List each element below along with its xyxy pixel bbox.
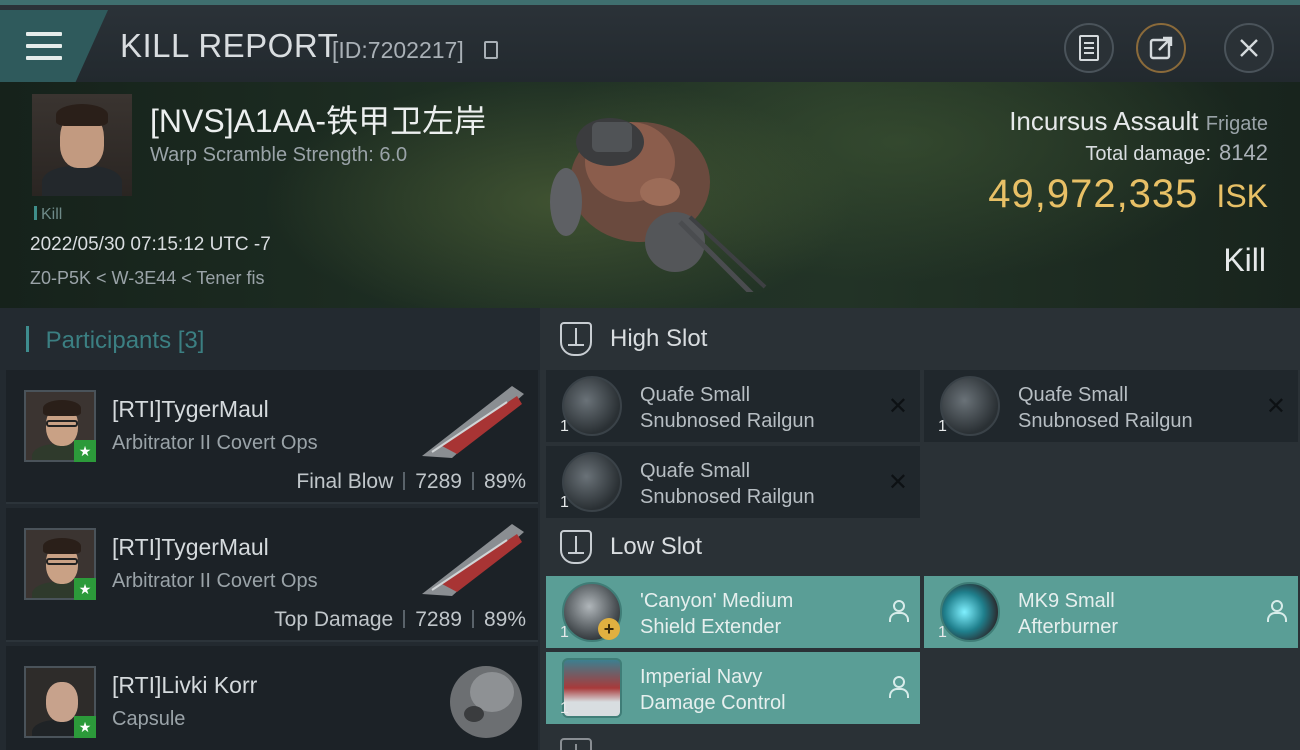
module-name: Imperial Navy Damage Control <box>640 666 786 714</box>
participants-label: Participants <box>45 327 172 354</box>
participant-percent: 89% <box>483 470 526 493</box>
report-id: [ID:7202217] <box>332 37 464 63</box>
low-slot-header: Low Slot <box>560 530 702 564</box>
page-title: KILL REPORT <box>120 27 339 64</box>
kill-result: Kill <box>1223 242 1266 278</box>
module-quantity: 1 <box>560 494 569 511</box>
railgun-icon <box>940 376 1000 436</box>
close-icon <box>1240 39 1258 57</box>
isk-value: 49,972,335 ISK <box>988 172 1268 217</box>
railgun-icon <box>562 376 622 436</box>
victim-name[interactable]: [NVS]A1AA-铁甲卫左岸 <box>150 96 486 142</box>
menu-button[interactable] <box>0 10 108 82</box>
module-quantity: 1 <box>560 700 569 717</box>
module-name: 'Canyon' Medium Shield Extender <box>640 590 794 638</box>
afterburner-icon <box>940 582 1000 642</box>
module-item[interactable]: + 1 'Canyon' Medium Shield Extender <box>546 576 920 648</box>
participant-name: [RTI]TygerMaul <box>112 534 269 560</box>
participant-stats: Top Damage 7289 89% <box>274 608 526 632</box>
next-slot-header <box>560 738 610 750</box>
participant-ship: Arbitrator II Covert Ops <box>112 432 318 454</box>
destroyed-icon: ✕ <box>887 469 908 496</box>
star-icon: ★ <box>74 716 96 738</box>
clipboard-icon <box>1079 35 1099 61</box>
person-icon <box>1266 600 1287 622</box>
victim-ship[interactable]: Incursus Assault Frigate <box>1009 106 1268 137</box>
high-slot-header: High Slot <box>560 322 707 356</box>
participant-name: [RTI]Livki Korr <box>112 672 258 698</box>
kill-tag: Kill <box>34 206 62 224</box>
warp-scramble-strength: Warp Scramble Strength: 6.0 <box>150 144 408 166</box>
module-item[interactable]: 1 Imperial Navy Damage Control <box>546 652 920 724</box>
share-button[interactable] <box>1136 23 1186 73</box>
victim-ship-image[interactable] <box>530 92 770 292</box>
close-button[interactable] <box>1224 23 1274 73</box>
participant-role: Top Damage <box>274 608 394 631</box>
destroyed-icon: ✕ <box>1265 393 1286 420</box>
participant-ship-image <box>422 524 524 596</box>
high-slot-icon <box>560 322 592 356</box>
high-slot-label: High Slot <box>610 325 708 352</box>
copy-icon[interactable] <box>484 41 498 59</box>
person-icon <box>888 676 909 698</box>
module-name: Quafe Small Snubnosed Railgun <box>640 460 815 508</box>
header-bar: KILL REPORT [ID:7202217] <box>0 0 1300 82</box>
destroyed-icon: ✕ <box>887 393 908 420</box>
fitting-panel: High Slot 1 Quafe Small Snubnosed Railgun… <box>540 308 1300 750</box>
participant-stats: Final Blow 7289 89% <box>296 470 526 494</box>
participant-percent: 89% <box>483 608 526 631</box>
victim-portrait[interactable] <box>32 94 132 196</box>
total-damage: Total damage: 8142 <box>1085 140 1268 166</box>
participant-ship: Capsule <box>112 708 186 730</box>
module-item[interactable]: 1 Quafe Small Snubnosed Railgun ✕ <box>546 370 920 442</box>
participant-damage: 7289 <box>415 470 462 493</box>
share-icon <box>1149 36 1173 60</box>
participant-name: [RTI]TygerMaul <box>112 396 269 422</box>
plus-icon: + <box>598 618 620 640</box>
clipboard-button[interactable] <box>1064 23 1114 73</box>
participant-role: Final Blow <box>296 470 394 493</box>
participant-row[interactable]: ★ [RTI]Livki Korr Capsule <box>6 646 538 750</box>
total-damage-label: Total damage: <box>1085 143 1212 165</box>
module-quantity: 1 <box>560 418 569 435</box>
damage-control-icon <box>562 658 622 718</box>
participants-header: Participants [3] <box>26 326 205 355</box>
participant-damage: 7289 <box>415 608 462 631</box>
total-damage-value: 8142 <box>1219 140 1268 165</box>
participant-ship-image <box>422 386 524 458</box>
participant-row[interactable]: ★ [RTI]TygerMaul Arbitrator II Covert Op… <box>6 370 538 504</box>
isk-unit: ISK <box>1216 178 1268 214</box>
victim-ship-class: Frigate <box>1205 113 1268 135</box>
hamburger-icon <box>26 32 62 60</box>
module-item[interactable]: 1 Quafe Small Snubnosed Railgun ✕ <box>546 446 920 518</box>
star-icon: ★ <box>74 440 96 462</box>
isk-amount: 49,972,335 <box>988 172 1199 216</box>
module-item[interactable]: 1 MK9 Small Afterburner <box>924 576 1298 648</box>
victim-ship-name: Incursus Assault <box>1009 106 1199 136</box>
participants-count: [3] <box>177 327 205 354</box>
low-slot-label: Low Slot <box>610 533 703 560</box>
participant-ship: Arbitrator II Covert Ops <box>112 570 318 592</box>
slot-icon <box>560 738 592 750</box>
participants-panel: Participants [3] ★ [RTI]TygerMaul Arbitr… <box>0 308 540 750</box>
module-quantity: 1 <box>938 418 947 435</box>
person-icon <box>888 600 909 622</box>
module-name: MK9 Small Afterburner <box>1018 590 1119 638</box>
module-quantity: 1 <box>938 624 947 641</box>
participant-row[interactable]: ★ [RTI]TygerMaul Arbitrator II Covert Op… <box>6 508 538 642</box>
low-slot-icon <box>560 530 592 564</box>
module-name: Quafe Small Snubnosed Railgun <box>1018 384 1193 432</box>
railgun-icon <box>562 452 622 512</box>
module-item[interactable]: 1 Quafe Small Snubnosed Railgun ✕ <box>924 370 1298 442</box>
module-quantity: 1 <box>560 624 569 641</box>
kill-datetime: 2022/05/30 07:15:12 UTC -7 <box>30 234 271 255</box>
victim-banner: [NVS]A1AA-铁甲卫左岸 Warp Scramble Strength: … <box>0 82 1300 308</box>
module-name: Quafe Small Snubnosed Railgun <box>640 384 815 432</box>
kill-location[interactable]: Z0-P5K < W-3E44 < Tener fis <box>30 268 264 289</box>
star-icon: ★ <box>74 578 96 600</box>
participant-ship-image <box>450 666 522 738</box>
